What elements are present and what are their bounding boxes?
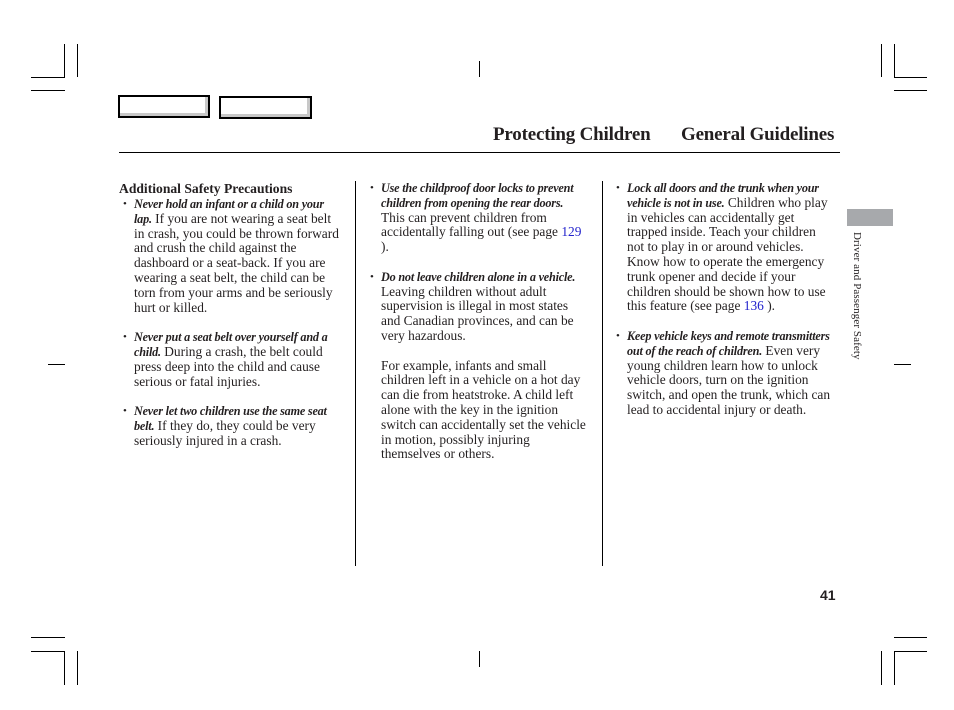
list-item: • Never hold an infant or a child on you… (119, 197, 341, 315)
crop-mark (881, 44, 882, 77)
subsection-title: General Guidelines (681, 124, 835, 145)
section-heading: Additional Safety Precautions (119, 181, 293, 196)
crop-mark (31, 637, 65, 638)
bullet-icon: • (123, 405, 127, 418)
bullet-icon: • (616, 329, 620, 342)
column-1: Additional Safety Precautions • Never ho… (119, 181, 341, 463)
column-2: • Use the childproof door locks to preve… (366, 181, 588, 477)
crop-mark (881, 651, 882, 685)
list-item: • Use the childproof door locks to preve… (366, 181, 588, 255)
list-item: • Never let two children use the same se… (119, 404, 341, 448)
list-item: • Do not leave children alone in a vehic… (366, 270, 588, 344)
crop-mark (894, 651, 895, 685)
item-lead: Use the childproof door locks to prevent… (381, 181, 574, 210)
item-body: If you are not wearing a seat belt in cr… (134, 210, 339, 315)
item-body: If they do, they could be very seriously… (134, 417, 316, 448)
crop-mark (77, 651, 78, 685)
item-tail: ). (381, 239, 389, 255)
crop-mark (894, 637, 927, 638)
item-lead: Do not leave children alone in a vehicle… (381, 269, 576, 284)
registration-mark (479, 651, 480, 667)
body-paragraph: For example, infants and small children … (381, 357, 586, 462)
nav-button-index[interactable] (219, 96, 312, 119)
column-3: • Lock all doors and the trunk when your… (612, 181, 834, 433)
bullet-icon: • (123, 331, 127, 344)
item-body: This can prevent children from accidenta… (381, 209, 562, 240)
crop-mark (64, 44, 65, 77)
crop-mark (77, 44, 78, 77)
crop-mark (31, 90, 65, 91)
registration-mark (894, 364, 911, 365)
crop-mark (64, 651, 65, 685)
page-number: 41 (820, 587, 836, 603)
list-item: • Keep vehicle keys and remote transmitt… (612, 329, 834, 418)
section-title: Protecting Children (493, 124, 651, 145)
crop-mark (894, 90, 927, 91)
item-body: Children who play in vehicles can accide… (627, 194, 828, 314)
page-link-136[interactable]: 136 (744, 298, 764, 313)
list-item: • Never put a seat belt over yourself an… (119, 330, 341, 389)
registration-mark (479, 61, 480, 77)
item-tail: ). (763, 298, 775, 314)
bullet-icon: • (370, 270, 374, 283)
bullet-icon: • (123, 198, 127, 210)
item-body: Leaving children without adult supervisi… (381, 283, 574, 343)
bullet-icon: • (370, 182, 374, 194)
crop-mark (894, 77, 927, 78)
registration-mark (48, 364, 65, 365)
crop-mark (894, 44, 895, 77)
chapter-tab-label: Driver and Passenger Safety (851, 232, 863, 360)
crop-mark (894, 651, 927, 652)
bullet-icon: • (616, 182, 620, 194)
column-divider (602, 181, 603, 566)
page-link-129[interactable]: 129 (561, 224, 581, 239)
chapter-tab[interactable] (847, 209, 893, 226)
list-item: • Lock all doors and the trunk when your… (612, 181, 834, 314)
crop-mark (31, 651, 65, 652)
nav-button-main-menu[interactable] (118, 95, 210, 118)
crop-mark (31, 77, 65, 78)
item-body: During a crash, the belt could press dee… (134, 343, 323, 389)
header-divider (119, 152, 840, 153)
column-divider (355, 181, 356, 566)
